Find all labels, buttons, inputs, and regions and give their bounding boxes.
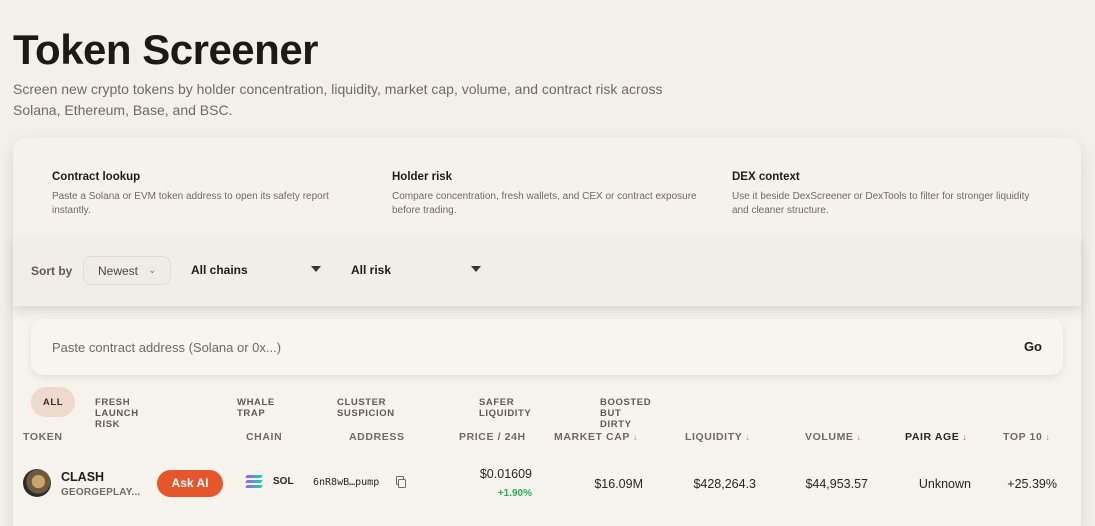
page-subtitle: Screen new crypto tokens by holder conce…	[13, 81, 663, 118]
dropdown-arrow-icon	[311, 266, 321, 272]
chip-boosted-but-dirty[interactable]: BOOSTED BUT DIRTY	[600, 387, 651, 430]
sort-arrow-icon: ↓	[962, 432, 968, 442]
price-change-24h: +1.90%	[497, 488, 532, 499]
liquidity-value: $428,264.3	[693, 477, 756, 491]
sort-arrow-icon: ↓	[745, 432, 751, 442]
info-card-contract-lookup: Contract lookup Paste a Solana or EVM to…	[52, 171, 362, 218]
chip-cluster-suspicion[interactable]: CLUSTER SUSPICION	[337, 387, 395, 419]
info-card-desc: Compare concentration, fresh wallets, an…	[392, 191, 697, 216]
top10-value: +25.39%	[1007, 477, 1057, 491]
chip-fresh-launch-risk[interactable]: FRESH LAUNCH RISK	[95, 387, 139, 430]
pair-age-value: Unknown	[918, 477, 971, 491]
token-price: $0.01609	[479, 467, 532, 481]
market-cap-value: $16.09M	[594, 477, 643, 491]
col-header-label: VOLUME	[805, 431, 854, 443]
solana-icon	[245, 475, 263, 489]
go-button[interactable]: Go	[1024, 339, 1042, 354]
col-header-label: LIQUIDITY	[685, 431, 743, 443]
sort-select[interactable]: Newest ⌄	[83, 256, 171, 285]
info-card-desc: Paste a Solana or EVM token address to o…	[52, 191, 329, 216]
sort-arrow-icon: ↓	[633, 432, 639, 442]
col-header-volume[interactable]: VOLUME ↓	[805, 431, 862, 443]
dropdown-arrow-icon	[471, 266, 481, 272]
info-card-desc: Use it beside DexScreener or DexTools to…	[732, 191, 1030, 216]
info-card-title: Holder risk	[392, 171, 453, 183]
info-card-dex-context: DEX context Use it beside DexScreener or…	[732, 171, 1042, 218]
info-cards: Contract lookup Paste a Solana or EVM to…	[13, 138, 1081, 236]
chip-all[interactable]: ALL	[31, 387, 75, 417]
col-header-label: PAIR AGE	[905, 431, 960, 443]
col-header-price: PRICE / 24H	[459, 431, 526, 443]
chain-select-value: All chains	[191, 263, 248, 277]
chain-label: SOL	[273, 476, 294, 487]
chevron-down-icon: ⌄	[148, 265, 156, 275]
search-input[interactable]: Paste contract address (Solana or 0x...)	[52, 340, 281, 355]
info-card-title: Contract lookup	[52, 171, 141, 183]
copy-icon[interactable]	[396, 476, 406, 488]
col-header-label: MARKET CAP	[554, 431, 630, 443]
screener-panel: Contract lookup Paste a Solana or EVM to…	[13, 138, 1081, 526]
chain-select[interactable]: All chains	[191, 263, 321, 277]
contract-address: 6nR8wB…pump	[313, 477, 380, 488]
col-header-liquidity[interactable]: LIQUIDITY ↓	[685, 431, 750, 443]
sort-select-value: Newest	[98, 264, 139, 278]
risk-select[interactable]: All risk	[351, 263, 481, 277]
info-card-title: DEX context	[732, 171, 800, 183]
filter-bar: Sort by Newest ⌄ All chains All risk	[13, 236, 1081, 306]
sort-label: Sort by	[31, 264, 73, 278]
ask-ai-button[interactable]: Ask AI	[157, 470, 223, 497]
sort-arrow-icon: ↓	[1045, 432, 1051, 442]
contract-search[interactable]: Paste contract address (Solana or 0x...)…	[31, 319, 1063, 375]
token-avatar	[23, 469, 51, 497]
col-header-label: TOP 10	[1003, 431, 1043, 443]
risk-select-value: All risk	[351, 263, 392, 277]
page-title: Token Screener	[13, 26, 319, 73]
col-header-top10[interactable]: TOP 10 ↓	[1003, 431, 1051, 443]
token-symbol: CLASH	[61, 470, 105, 484]
col-header-market-cap[interactable]: MARKET CAP ↓	[554, 431, 638, 443]
col-header-chain: CHAIN	[246, 431, 283, 443]
info-card-holder-risk: Holder risk Compare concentration, fresh…	[392, 171, 702, 218]
col-header-pair-age[interactable]: PAIR AGE ↓	[905, 431, 968, 443]
chip-whale-trap[interactable]: WHALE TRAP	[237, 387, 275, 419]
col-header-token: TOKEN	[23, 431, 63, 443]
sort-arrow-icon: ↓	[856, 432, 862, 442]
volume-value: $44,953.57	[805, 477, 868, 491]
col-header-address: ADDRESS	[349, 431, 405, 443]
token-name: GEORGEPLAY...	[61, 487, 141, 498]
table-row[interactable]: CLASH GEORGEPLAY... Ask AI SOL 6nR8wB…pu…	[13, 458, 1081, 508]
chip-safer-liquidity[interactable]: SAFER LIQUIDITY	[479, 387, 531, 419]
